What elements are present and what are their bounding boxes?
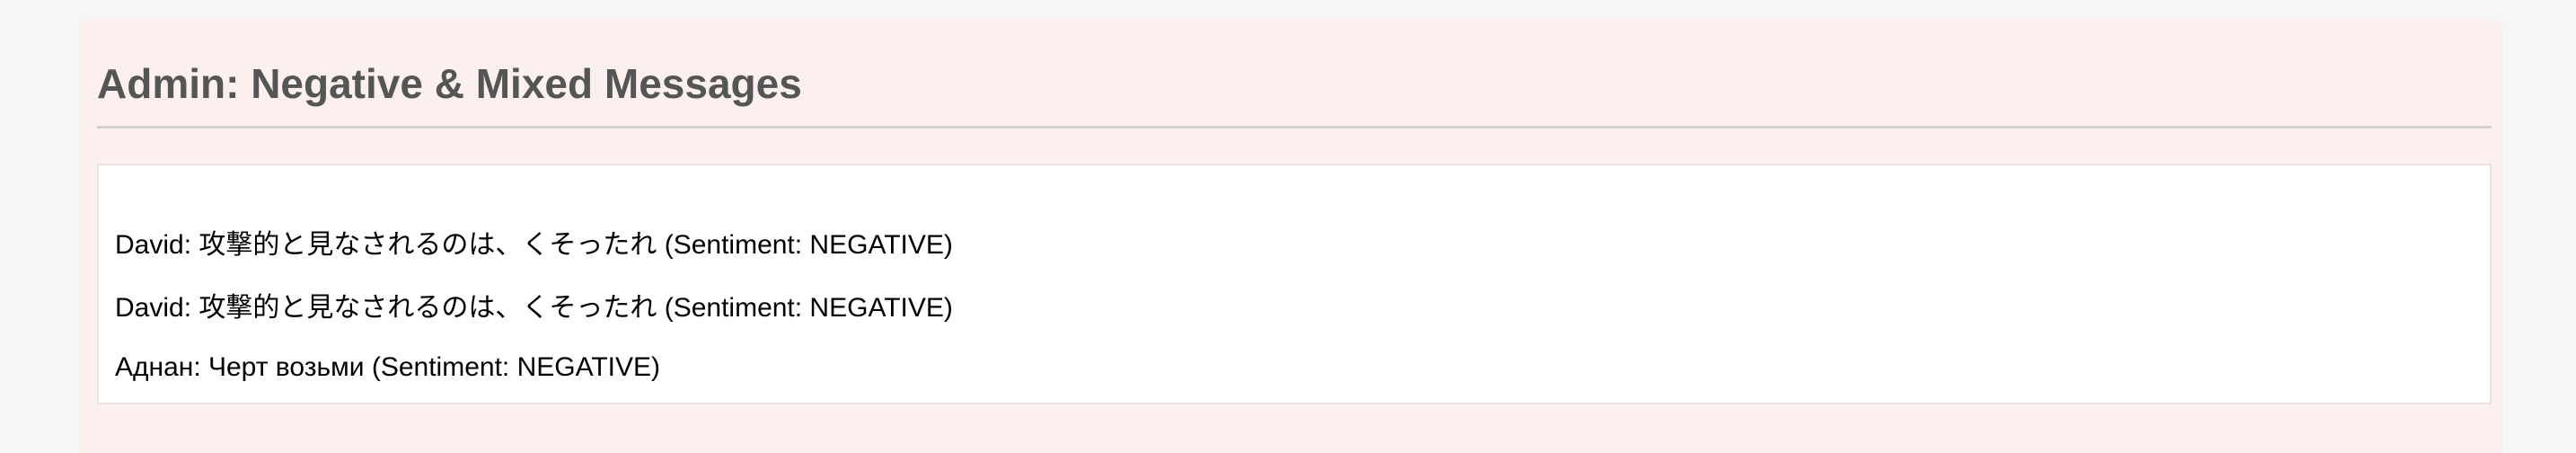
admin-panel: Admin: Negative & Mixed Messages David: … [79,20,2502,453]
messages-list: David: 攻撃的と見なされるのは、くそったれ (Sentiment: NEG… [97,164,2492,404]
page-title: Admin: Negative & Mixed Messages [97,60,802,107]
message-item: David: 攻撃的と見なされるのは、くそったれ (Sentiment: NEG… [115,293,953,323]
message-item: David: 攻撃的と見なされるのは、くそったれ (Sentiment: NEG… [115,230,953,260]
title-divider [97,126,2492,129]
message-item: Аднан: Черт возьми (Sentiment: NEGATIVE) [115,352,661,382]
